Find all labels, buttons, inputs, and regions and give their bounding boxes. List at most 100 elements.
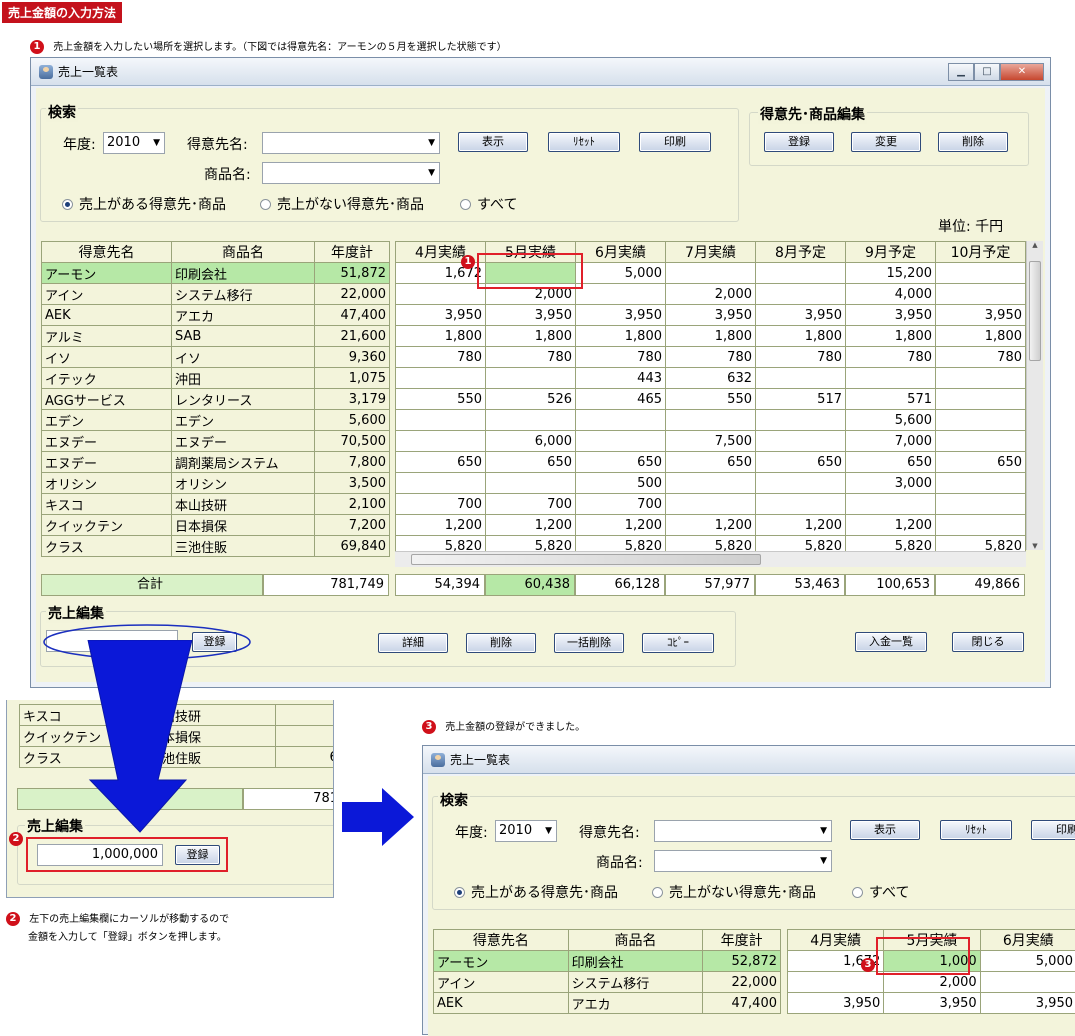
month-cell[interactable]	[486, 368, 576, 389]
month-cell[interactable]: 3,950	[756, 305, 846, 326]
customer-cell[interactable]: エデン	[42, 410, 172, 431]
month-cell[interactable]: 3,950	[486, 305, 576, 326]
year-select[interactable]: 2010▼	[103, 132, 165, 154]
month-cell[interactable]: 632	[666, 368, 756, 389]
month-cell[interactable]: 700	[576, 494, 666, 515]
month-cell[interactable]: 780	[936, 347, 1026, 368]
product-cell[interactable]: エデン	[172, 410, 315, 431]
copy-button[interactable]: ｺﾋﾟｰ	[642, 633, 714, 653]
vertical-scrollbar[interactable]: ▲ ▼	[1026, 241, 1043, 550]
table-row[interactable]: アルミSAB21,600	[42, 326, 390, 347]
table-row[interactable]: 5,600	[396, 410, 1026, 431]
month-cell[interactable]	[666, 263, 756, 284]
customer-cell[interactable]: AGGサービス	[42, 389, 172, 410]
table-row[interactable]: アインシステム移行22,000	[434, 972, 781, 993]
customer-cell[interactable]: イテック	[42, 368, 172, 389]
scroll-down-icon[interactable]: ▼	[1027, 542, 1043, 550]
print-button[interactable]: 印刷	[639, 132, 711, 152]
show-button[interactable]: 表示	[458, 132, 528, 152]
month-cell[interactable]: 2,000	[666, 284, 756, 305]
result-customer-cell[interactable]: アーモン	[434, 951, 569, 972]
month-cell[interactable]: 517	[756, 389, 846, 410]
table-row[interactable]: オリシンオリシン3,500	[42, 473, 390, 494]
product-cell[interactable]: 調剤薬局システム	[172, 452, 315, 473]
table-row[interactable]: クラス三池住販69,840	[42, 536, 390, 557]
result-month-cell[interactable]: 3,950	[980, 993, 1075, 1014]
result-product-cell[interactable]: アエカ	[568, 993, 703, 1014]
table-row[interactable]: 6,0007,5007,000	[396, 431, 1026, 452]
month-cell[interactable]: 1,200	[846, 515, 936, 536]
table-row[interactable]: 443632	[396, 368, 1026, 389]
year-total-cell[interactable]: 69,840	[315, 536, 390, 557]
result-customer-cell[interactable]: AEK	[434, 993, 569, 1014]
month-cell[interactable]	[396, 368, 486, 389]
table-row[interactable]: エヌデーエヌデー70,500	[42, 431, 390, 452]
year-total-cell[interactable]: 2,100	[315, 494, 390, 515]
month-cell[interactable]	[756, 263, 846, 284]
month-cell[interactable]	[756, 494, 846, 515]
customer-cell[interactable]: アーモン	[42, 263, 172, 284]
product-cell[interactable]: SAB	[172, 326, 315, 347]
minimize-button[interactable]: ▁	[948, 63, 974, 81]
month-cell[interactable]: 1,200	[486, 515, 576, 536]
result-month-cell[interactable]	[788, 972, 884, 993]
result-month-cell[interactable]: 5,000	[980, 951, 1075, 972]
register-master-button[interactable]: 登録	[764, 132, 834, 152]
customer-select[interactable]: ▼	[262, 132, 440, 154]
year-total-cell[interactable]: 47,400	[315, 305, 390, 326]
month-cell[interactable]	[936, 410, 1026, 431]
month-cell[interactable]: 1,800	[396, 326, 486, 347]
month-cell[interactable]: 5,000	[576, 263, 666, 284]
year-total-cell[interactable]: 7,800	[315, 452, 390, 473]
month-cell[interactable]	[756, 410, 846, 431]
year-total-cell[interactable]: 7,200	[315, 515, 390, 536]
customer-cell[interactable]: エヌデー	[42, 431, 172, 452]
month-cell[interactable]: 1,200	[396, 515, 486, 536]
month-cell[interactable]: 650	[936, 452, 1026, 473]
month-cell[interactable]	[576, 410, 666, 431]
month-cell[interactable]: 650	[396, 452, 486, 473]
product-cell[interactable]: 三池住販	[172, 536, 315, 557]
result-radio-with-sales[interactable]: 売上がある得意先･商品	[454, 882, 618, 902]
product-cell[interactable]: 沖田	[172, 368, 315, 389]
month-cell[interactable]: 1,800	[576, 326, 666, 347]
product-cell[interactable]: アエカ	[172, 305, 315, 326]
radio-all[interactable]: すべて	[460, 194, 517, 214]
month-cell[interactable]: 7,000	[846, 431, 936, 452]
month-cell[interactable]: 1,800	[756, 326, 846, 347]
delete-master-button[interactable]: 削除	[938, 132, 1008, 152]
table-row[interactable]: 1,2001,2001,2001,2001,2001,200	[396, 515, 1026, 536]
month-cell[interactable]	[936, 473, 1026, 494]
month-cell[interactable]	[396, 431, 486, 452]
year-total-cell[interactable]: 21,600	[315, 326, 390, 347]
result-product-cell[interactable]: システム移行	[568, 972, 703, 993]
month-cell[interactable]: 3,950	[846, 305, 936, 326]
month-cell[interactable]: 700	[396, 494, 486, 515]
maximize-button[interactable]: □	[974, 63, 1000, 81]
table-row[interactable]: 1,8001,8001,8001,8001,8001,8001,800	[396, 326, 1026, 347]
zoom-total-cell[interactable]: 69	[276, 747, 335, 768]
result-month-cell[interactable]: 3,950	[884, 993, 980, 1014]
month-cell[interactable]	[936, 263, 1026, 284]
month-cell[interactable]: 500	[576, 473, 666, 494]
month-cell[interactable]	[936, 431, 1026, 452]
month-cell[interactable]	[396, 473, 486, 494]
table-row[interactable]: AEKアエカ47,400	[434, 993, 781, 1014]
month-cell[interactable]	[666, 494, 756, 515]
customer-cell[interactable]: アイン	[42, 284, 172, 305]
customer-cell[interactable]: アルミ	[42, 326, 172, 347]
year-total-cell[interactable]: 22,000	[315, 284, 390, 305]
product-cell[interactable]: 印刷会社	[172, 263, 315, 284]
scroll-up-icon[interactable]: ▲	[1027, 241, 1043, 249]
result-print-button[interactable]: 印刷	[1031, 820, 1075, 840]
table-row[interactable]: 780780780780780780780	[396, 347, 1026, 368]
vertical-scroll-thumb[interactable]	[1029, 261, 1041, 361]
table-row[interactable]: エデンエデン5,600	[42, 410, 390, 431]
month-cell[interactable]	[846, 494, 936, 515]
product-cell[interactable]: オリシン	[172, 473, 315, 494]
month-cell[interactable]	[396, 410, 486, 431]
month-cell[interactable]: 6,000	[486, 431, 576, 452]
month-cell[interactable]: 3,950	[936, 305, 1026, 326]
month-cell[interactable]: 15,200	[846, 263, 936, 284]
customer-cell[interactable]: エヌデー	[42, 452, 172, 473]
